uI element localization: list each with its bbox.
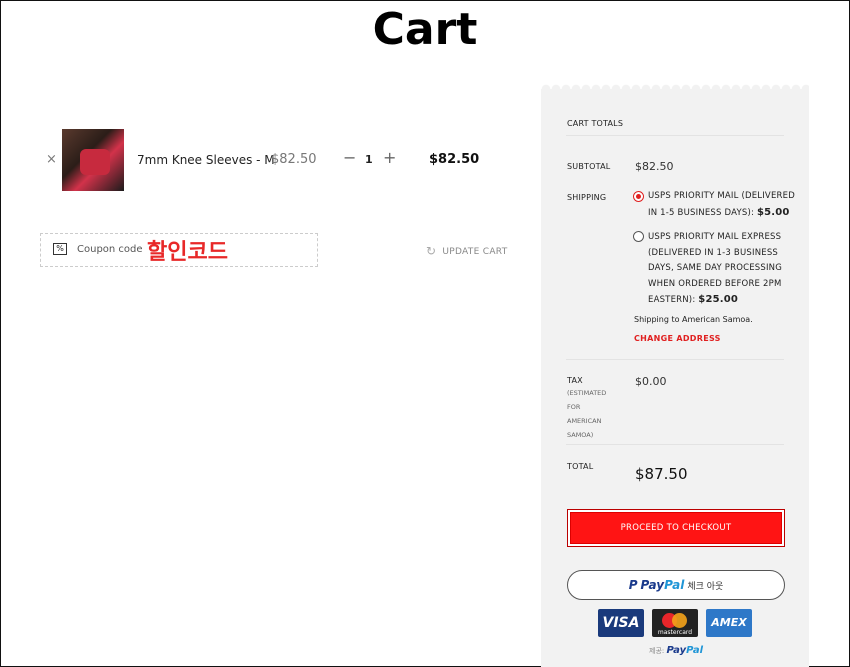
quantity-input[interactable]: 1 xyxy=(365,153,373,166)
tax-note-line: SAMOA) xyxy=(567,431,594,439)
page-title: Cart xyxy=(372,4,478,55)
shipping-radio-express[interactable] xyxy=(633,231,644,242)
paypal-logo-pal: Pal xyxy=(686,645,704,656)
shipping-option-text: (DELIVERED IN 1-3 BUSINESS xyxy=(648,247,779,258)
shipping-option-text: DAYS, SAME DAY PROCESSING xyxy=(648,263,783,273)
shipping-radio-priority[interactable] xyxy=(633,191,644,202)
knee-sleeve-image xyxy=(80,149,110,175)
tax-note-line: AMERICAN xyxy=(567,417,602,425)
percent-icon: % xyxy=(53,243,67,255)
paypal-icon: P xyxy=(628,578,638,592)
coupon-placeholder[interactable]: Coupon code xyxy=(77,244,143,255)
product-thumbnail[interactable] xyxy=(62,129,124,191)
tax-label: TAX xyxy=(567,376,583,385)
shipping-option-text: EASTERN): xyxy=(648,295,699,305)
visa-card-icon: VISA xyxy=(598,609,644,637)
divider xyxy=(566,444,784,445)
shipping-option-text: USPS PRIORITY MAIL (DELIVERED xyxy=(648,191,795,201)
product-subtotal: $82.50 xyxy=(429,152,480,167)
remove-item-button[interactable]: × xyxy=(46,152,57,167)
mastercard-card-icon: mastercard xyxy=(652,609,698,637)
tax-value: $0.00 xyxy=(635,375,667,388)
tax-note: (ESTIMATED FOR AMERICAN SAMOA) xyxy=(567,386,606,442)
shipping-option-price: $25.00 xyxy=(698,294,739,305)
shipping-option-express[interactable]: USPS PRIORITY MAIL EXPRESS (DELIVERED IN… xyxy=(648,230,782,309)
tax-note-line: FOR xyxy=(567,403,581,411)
paypal-checkout-button[interactable]: P PayPal 체크 아웃 xyxy=(567,570,785,600)
change-address-link[interactable]: CHANGE ADDRESS xyxy=(634,334,721,343)
total-value: $87.50 xyxy=(635,465,688,483)
tax-note-line: (ESTIMATED xyxy=(567,389,607,397)
subtotal-value: $82.50 xyxy=(635,160,674,173)
paypal-logo-pay: Pay xyxy=(666,645,687,656)
proceed-to-checkout-button[interactable]: PROCEED TO CHECKOUT xyxy=(567,509,785,547)
update-cart-button[interactable]: ↻ UPDATE CART xyxy=(426,244,508,258)
quantity-decrease-button[interactable]: − xyxy=(343,148,356,167)
quantity-increase-button[interactable]: + xyxy=(383,148,396,167)
mastercard-label: mastercard xyxy=(657,629,693,636)
subtotal-label: SUBTOTAL xyxy=(567,162,611,171)
refresh-icon: ↻ xyxy=(426,244,437,258)
shipping-option-text: WHEN ORDERED BEFORE 2PM xyxy=(648,278,782,289)
product-price: $82.50 xyxy=(271,152,317,167)
mastercard-circle-orange xyxy=(672,613,687,628)
divider xyxy=(566,135,784,136)
shipping-option-priority[interactable]: USPS PRIORITY MAIL (DELIVERED IN 1-5 BUS… xyxy=(648,189,795,221)
shipping-destination: Shipping to American Samoa. xyxy=(634,315,753,324)
coupon-field[interactable]: % Coupon code 할인코드 xyxy=(40,233,318,267)
paypal-logo-pal: Pal xyxy=(664,578,685,592)
paypal-logo: PayPal xyxy=(666,645,703,656)
divider xyxy=(566,359,784,360)
amex-card-icon: AMEX xyxy=(706,609,752,637)
total-label: TOTAL xyxy=(567,462,594,471)
update-cart-label: UPDATE CART xyxy=(442,247,508,257)
cart-totals-heading: CART TOTALS xyxy=(567,119,624,128)
shipping-label: SHIPPING xyxy=(567,193,607,202)
paypal-logo-pay: Pay xyxy=(640,578,665,592)
shipping-option-price: $5.00 xyxy=(756,206,790,218)
powered-by-label: 제공: xyxy=(649,647,665,655)
powered-by-paypal: 제공: PayPal xyxy=(649,645,703,656)
coupon-annotation: 할인코드 xyxy=(147,240,228,265)
shipping-option-text: IN 1-5 BUSINESS DAYS): xyxy=(648,207,757,218)
product-name-link[interactable]: 7mm Knee Sleeves - M xyxy=(137,153,275,167)
shipping-option-text: USPS PRIORITY MAIL EXPRESS xyxy=(648,232,782,242)
paypal-button-label: 체크 아웃 xyxy=(687,582,724,592)
